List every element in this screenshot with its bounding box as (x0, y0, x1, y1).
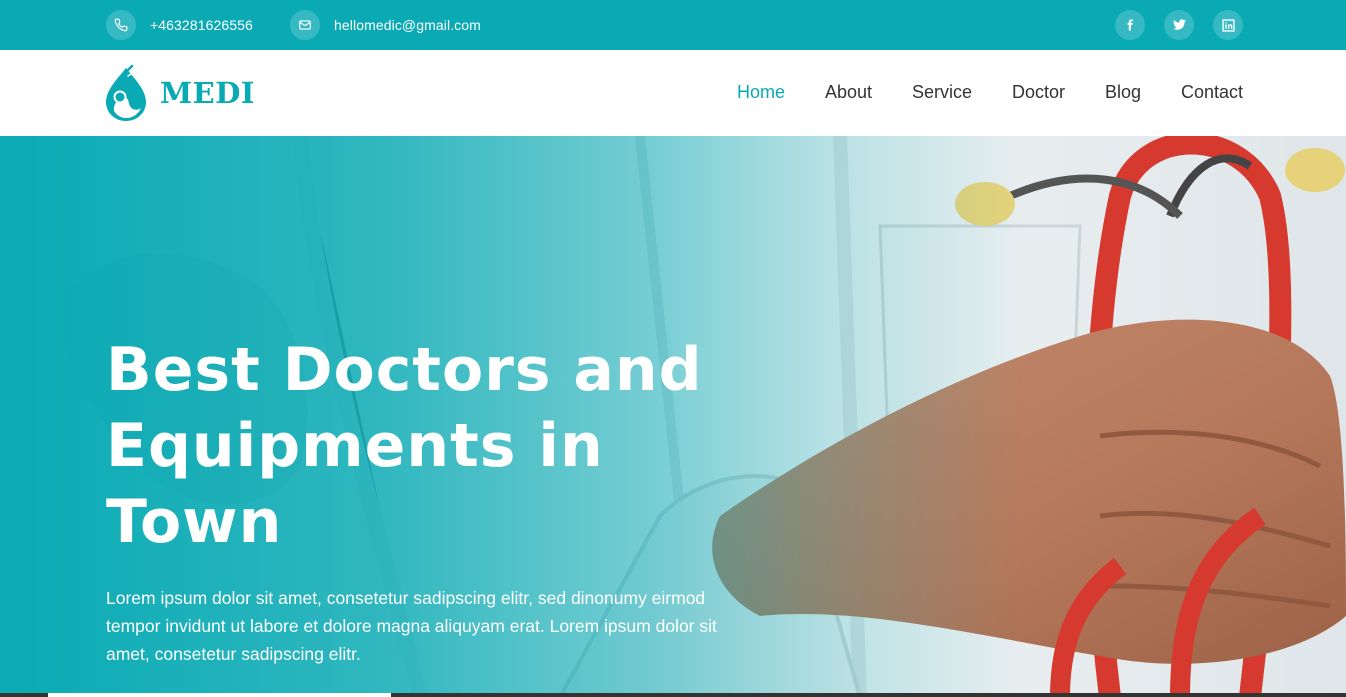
phone-icon (106, 10, 136, 40)
hero-description-line: amet, consetetur sadipscing elitr. (106, 644, 361, 664)
hero-description-line: Lorem ipsum dolor sit amet, consetetur s… (106, 588, 706, 608)
hero-banner: Best Doctors and Equipments in Town Lore… (0, 136, 1346, 697)
phone-contact[interactable]: +463281626556 (106, 10, 253, 40)
brand-name: MEDIC (160, 76, 256, 110)
nav-blog[interactable]: Blog (1105, 82, 1141, 103)
nav-service[interactable]: Service (912, 82, 972, 103)
medic-drop-icon (106, 64, 146, 121)
brand-logo[interactable]: MEDIC (104, 64, 256, 122)
hero-title: Best Doctors and Equipments in Town (106, 332, 786, 560)
hero-title-line: Best Doctors and (106, 335, 703, 405)
facebook-icon[interactable] (1115, 10, 1145, 40)
main-navbar: MEDIC Home About Service Doctor Blog Con… (0, 50, 1346, 136)
twitter-icon[interactable] (1164, 10, 1194, 40)
mail-icon (290, 10, 320, 40)
hero-description: Lorem ipsum dolor sit amet, consetetur s… (106, 584, 756, 668)
nav-contact[interactable]: Contact (1181, 82, 1243, 103)
nav-about[interactable]: About (825, 82, 872, 103)
phone-number: +463281626556 (150, 17, 253, 33)
hero-title-line: Equipments in (106, 411, 604, 481)
email-contact[interactable]: hellomedic@gmail.com (290, 10, 481, 40)
hero-description-line: tempor invidunt ut labore et dolore magn… (106, 616, 717, 636)
top-bar: +463281626556 hellomedic@gmail.com (0, 0, 1346, 50)
slider-progress-bar (0, 693, 1346, 697)
slider-indicator-active[interactable] (48, 693, 391, 697)
linkedin-icon[interactable] (1213, 10, 1243, 40)
nav-doctor[interactable]: Doctor (1012, 82, 1065, 103)
email-address: hellomedic@gmail.com (334, 17, 481, 33)
hero-title-line: Town (106, 487, 283, 557)
nav-home[interactable]: Home (737, 82, 785, 103)
